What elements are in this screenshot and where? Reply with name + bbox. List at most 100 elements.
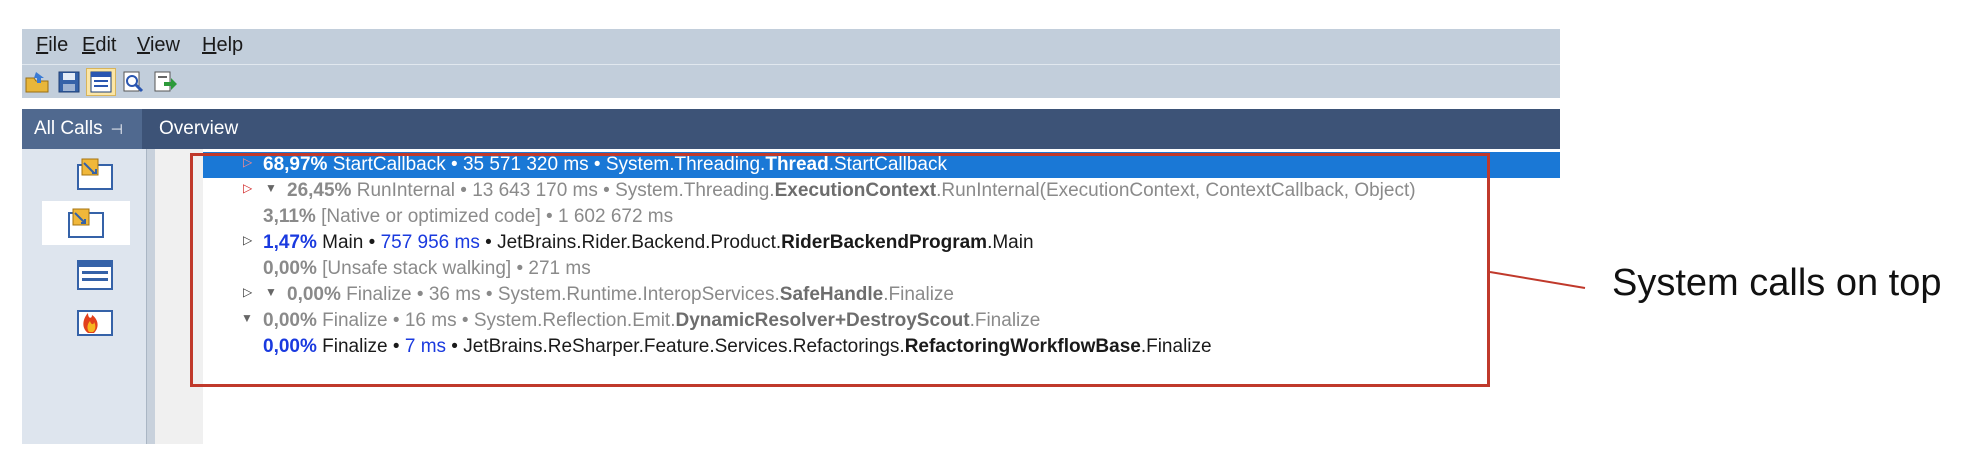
menu-help-mnemonic: H (202, 34, 217, 56)
row-class: RefactoringWorkflowBase (904, 336, 1141, 357)
row-time: 271 ms (528, 258, 591, 279)
row-percent: 3,11% (263, 206, 316, 227)
menu-bar: File Edit View Help (22, 29, 1560, 64)
separator: • (456, 310, 474, 331)
row-content: 0,00% [Unsafe stack walking] • 271 ms (263, 258, 591, 280)
tab-overview-label: Overview (159, 118, 239, 139)
tree-row[interactable]: ▷ 1,47% Main • 757 956 ms • JetBrains.Ri… (203, 230, 1560, 256)
separator: • (411, 284, 429, 305)
row-time: 13 643 170 ms (472, 180, 598, 201)
separator: • (363, 232, 381, 253)
separator: • (511, 258, 529, 279)
row-content: 3,11% [Native or optimized code] • 1 602… (263, 206, 673, 228)
expand-arrow-icon[interactable]: ▷ (243, 181, 252, 195)
row-namespace: System.Runtime.InteropServices. (497, 284, 780, 305)
menu-edit-label: dit (95, 34, 117, 56)
annotation-label: System calls on top (1612, 262, 1942, 304)
row-method-name: Finalize (340, 284, 412, 305)
row-content: 1,47% Main • 757 956 ms • JetBrains.Ride… (263, 232, 1034, 254)
row-time: 1 602 672 ms (558, 206, 674, 227)
menu-edit-mnemonic: E (82, 34, 96, 56)
call-tree-icon[interactable] (60, 153, 130, 197)
row-namespace: System.Threading. (605, 154, 766, 175)
tree-row[interactable]: ▷ 68,97% StartCallback • 35 571 320 ms •… (203, 152, 1560, 178)
row-method-name: [Unsafe stack walking] (316, 258, 512, 279)
separator: • (540, 206, 558, 227)
expand-arrow-icon[interactable]: ▷ (243, 155, 252, 169)
tab-all-calls[interactable]: All Calls ⊣ (22, 109, 142, 149)
row-class: ExecutionContext (774, 180, 937, 201)
menu-help[interactable]: Help (202, 34, 243, 57)
row-namespace: JetBrains.ReSharper.Feature.Services.Ref… (463, 336, 905, 357)
row-percent: 1,47% (263, 232, 317, 253)
separator: • (387, 310, 405, 331)
menu-file-mnemonic: F (36, 34, 49, 56)
find-icon[interactable] (118, 68, 148, 96)
row-content: 0,00% Finalize • 7 ms • JetBrains.ReShar… (263, 336, 1212, 358)
row-method: .Main (987, 232, 1034, 253)
row-method-name: StartCallback (327, 154, 446, 175)
snapshot-icon[interactable] (86, 68, 116, 96)
menu-file[interactable]: File (36, 34, 68, 57)
row-method: .Finalize (1140, 336, 1212, 357)
row-class: Thread (765, 154, 829, 175)
menu-help-label: elp (216, 34, 244, 56)
row-time: 35 571 320 ms (462, 154, 589, 175)
row-percent: 26,45% (287, 180, 352, 201)
tab-all-calls-label: All Calls (34, 118, 103, 139)
menu-view[interactable]: View (137, 34, 180, 57)
separator: • (588, 154, 606, 175)
row-percent: 0,00% (263, 258, 317, 279)
row-time: 16 ms (404, 310, 457, 331)
row-method-name: Main (316, 232, 364, 253)
open-icon[interactable] (22, 68, 52, 96)
filter-icon: ▼ (241, 311, 253, 325)
tab-strip: All Calls ⊣ Overview (22, 109, 1560, 149)
tree-row[interactable]: 0,00% Finalize • 7 ms • JetBrains.ReShar… (203, 334, 1560, 360)
row-content: 26,45% RunInternal • 13 643 170 ms • Sys… (287, 180, 1416, 202)
menu-file-label: ile (48, 34, 69, 56)
row-method-name: Finalize (316, 336, 388, 357)
expand-arrow-icon[interactable]: ▷ (243, 233, 252, 247)
tree-row[interactable]: ▷ ▼ 26,45% RunInternal • 13 643 170 ms •… (203, 178, 1560, 204)
separator: • (454, 180, 473, 201)
tree-row[interactable]: 0,00% [Unsafe stack walking] • 271 ms (203, 256, 1560, 282)
pin-icon[interactable]: ⊣ (111, 121, 123, 138)
view-selector-sidebar (22, 149, 146, 444)
hotspots-icon[interactable] (42, 201, 130, 245)
tree-gutter (155, 149, 204, 444)
separator: • (387, 336, 405, 357)
row-method: .Finalize (883, 284, 954, 305)
save-icon[interactable] (54, 68, 84, 96)
row-method: .RunInternal(ExecutionContext, ContextCa… (936, 180, 1416, 201)
separator: • (479, 232, 498, 253)
row-method-name: RunInternal (351, 180, 455, 201)
separator: • (446, 336, 464, 357)
export-icon[interactable] (150, 68, 180, 96)
flame-icon[interactable] (60, 299, 130, 343)
profiler-window: File Edit View Help All Calls ⊣ Overview (22, 29, 1560, 444)
tree-row[interactable]: ▷ ▼ 0,00% Finalize • 36 ms • System.Runt… (203, 282, 1560, 308)
expand-arrow-icon[interactable]: ▷ (243, 285, 252, 299)
tree-row[interactable]: ▼ 0,00% Finalize • 16 ms • System.Reflec… (203, 308, 1560, 334)
call-tree: ▷ 68,97% StartCallback • 35 571 320 ms •… (203, 149, 1560, 444)
row-percent: 0,00% (263, 336, 317, 357)
separator: • (480, 284, 498, 305)
splitter[interactable] (146, 149, 155, 444)
tree-row[interactable]: 3,11% [Native or optimized code] • 1 602… (203, 204, 1560, 230)
row-namespace: JetBrains.Rider.Backend.Product. (497, 232, 782, 253)
menu-view-label: iew (149, 34, 180, 56)
tab-overview[interactable]: Overview (159, 109, 238, 149)
menu-view-mnemonic: V (137, 34, 150, 56)
row-namespace: System.Threading. (615, 180, 775, 201)
row-class: DynamicResolver+DestroyScout (675, 310, 970, 331)
row-namespace: System.Reflection.Emit. (473, 310, 676, 331)
row-class: RiderBackendProgram (781, 232, 988, 253)
row-time: 7 ms (404, 336, 447, 357)
separator: • (597, 180, 616, 201)
menu-edit[interactable]: Edit (82, 34, 116, 57)
threads-icon[interactable] (60, 253, 130, 297)
row-method: .Finalize (969, 310, 1041, 331)
row-time: 757 956 ms (380, 232, 480, 253)
row-percent: 0,00% (287, 284, 341, 305)
